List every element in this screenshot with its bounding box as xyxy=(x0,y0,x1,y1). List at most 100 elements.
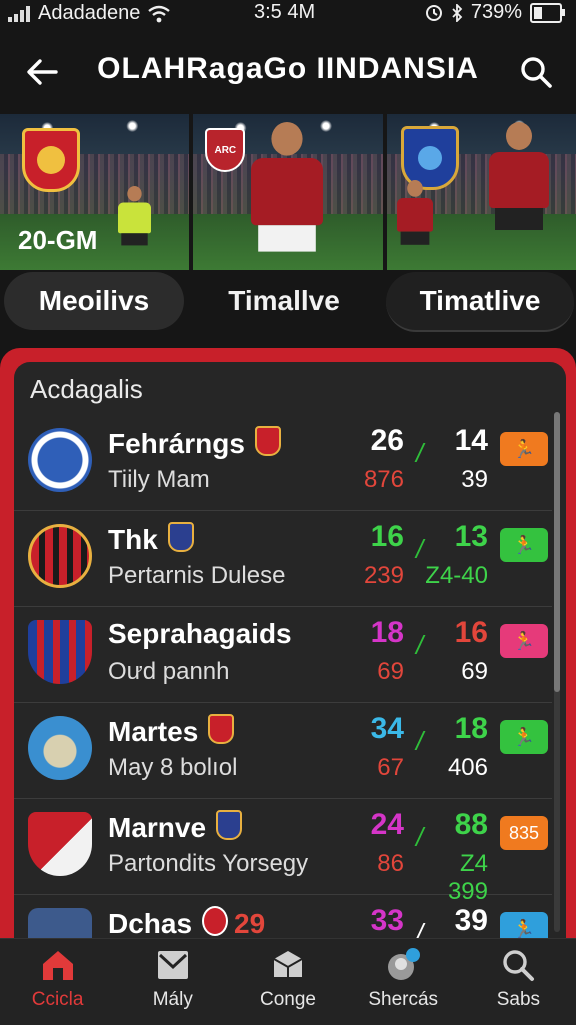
action-badge[interactable]: 🏃 xyxy=(500,720,548,754)
banner-panel-left[interactable]: 20-GM xyxy=(0,114,190,270)
home-score: 18 xyxy=(370,616,404,649)
featured-banner[interactable]: 20-GM ARC xyxy=(0,114,576,270)
nav-item-search[interactable]: Sabs xyxy=(461,939,576,1025)
away-score: 14 xyxy=(454,424,488,457)
team-logo-icon xyxy=(28,428,92,492)
action-badge[interactable]: 🏃 xyxy=(500,912,548,938)
team-extra-score: 29 xyxy=(234,908,266,938)
team-name: Martes xyxy=(108,716,199,747)
team-logo-icon xyxy=(28,908,92,938)
runner-icon: 🏃 xyxy=(512,438,536,459)
score-divider: / xyxy=(416,726,424,756)
team-name: Marnve xyxy=(108,812,207,843)
inbox-icon xyxy=(157,951,188,979)
team-crest-icon xyxy=(22,128,80,192)
battery-icon xyxy=(530,2,565,23)
tab-timatlive[interactable]: Timatlive xyxy=(386,272,574,332)
back-arrow-icon[interactable] xyxy=(22,52,62,92)
action-badge[interactable]: 🏃 xyxy=(500,624,548,658)
team-logo-icon xyxy=(28,812,92,876)
status-time: 3:5 4M xyxy=(254,1,316,23)
team-subtitle: Partondits Yorsegy xyxy=(108,850,309,877)
runner-icon: 🏃 xyxy=(512,726,536,747)
team-name: Thk xyxy=(108,524,158,555)
team-name: Dchas xyxy=(108,908,193,938)
action-badge[interactable]: 🏃 xyxy=(500,528,548,562)
home-score: 26 xyxy=(370,424,404,457)
nav-item-home[interactable]: Ccicla xyxy=(0,939,115,1025)
nav-label: Ccicla xyxy=(31,989,84,1010)
score-divider: / xyxy=(416,534,424,564)
away-stat: Z4-40 xyxy=(425,562,488,589)
home-score: 24 xyxy=(370,808,404,841)
match-row[interactable]: Seprahagaids Oưd pannh 18 69 / 16 69 🏃 xyxy=(14,606,552,703)
home-icon xyxy=(42,951,73,980)
box-icon xyxy=(273,951,303,977)
team-logo-icon xyxy=(28,620,92,684)
nav-label: Shercás xyxy=(368,989,439,1010)
match-row[interactable]: Thk Pertarnis Dulese 16 239 / 13 Z4-40 🏃 xyxy=(14,510,552,607)
runner-icon: 🏃 xyxy=(512,534,536,555)
nav-label: Sabs xyxy=(496,989,541,1010)
player-figure xyxy=(251,122,324,252)
app-header: OLAHRagaGo IINDANSIA xyxy=(0,40,576,104)
runner-icon: 🏃 xyxy=(512,918,536,939)
search-icon[interactable] xyxy=(516,52,556,92)
battery-percent: 739% xyxy=(470,1,522,23)
page-title: OLAHRagaGo IINDANSIA xyxy=(97,52,479,85)
runner-icon: 🏃 xyxy=(512,630,536,651)
nav-label: Conge xyxy=(260,989,316,1010)
wifi-icon xyxy=(148,5,171,22)
carrier-name: Adadadene xyxy=(38,2,141,24)
action-badge[interactable]: 835 xyxy=(500,816,548,850)
away-stat: 406 xyxy=(447,754,488,781)
team-subtitle: Tiily Mam xyxy=(108,466,210,493)
bluetooth-icon xyxy=(452,3,463,22)
score-divider: / xyxy=(416,918,424,938)
team-crest-icon: ARC xyxy=(205,128,246,172)
shield-icon xyxy=(202,906,229,936)
match-row[interactable]: Dchas 29 33 / 39 🏃 xyxy=(14,894,552,938)
signal-icon xyxy=(8,5,30,22)
score-divider: / xyxy=(416,822,424,852)
home-stat: 69 xyxy=(377,658,404,685)
match-row[interactable]: Martes May 8 bolıol 34 67 / 18 406 🏃 xyxy=(14,702,552,799)
tab-timallve[interactable]: Timallve xyxy=(194,272,374,330)
score-divider: / xyxy=(416,630,424,660)
team-name: Fehrárngs xyxy=(108,428,245,459)
matches-card: Acdagalis Fehrárngs Tiily Mam 26 876 / 1… xyxy=(14,362,566,938)
nav-item-shercas[interactable]: Shercás xyxy=(346,939,461,1025)
shield-icon xyxy=(254,426,281,456)
banner-panel-right[interactable] xyxy=(386,114,576,270)
match-row[interactable]: Marnve Partondits Yorsegy 24 86 / 88 Z4 … xyxy=(14,798,552,905)
action-badge[interactable]: 🏃 xyxy=(500,432,548,466)
match-row[interactable]: Fehrárngs Tiily Mam 26 876 / 14 39 🏃 xyxy=(14,414,552,511)
home-stat: 67 xyxy=(377,754,404,781)
status-right: 739% xyxy=(425,1,565,24)
home-stat: 876 xyxy=(363,466,404,493)
home-stat: 239 xyxy=(363,562,404,589)
nav-item-conge[interactable]: Conge xyxy=(230,939,345,1025)
tab-meoilivs[interactable]: Meoilivs xyxy=(4,272,184,330)
bottom-nav: Ccicla Mály Conge Shercás Sabs xyxy=(0,938,576,1025)
banner-panel-center[interactable]: ARC xyxy=(193,114,383,270)
banner-score: 20-GM xyxy=(18,225,98,255)
team-logo-icon xyxy=(28,524,92,588)
away-score: 18 xyxy=(454,712,488,745)
team-subtitle: Pertarnis Dulese xyxy=(108,562,286,589)
player-figure xyxy=(118,186,151,246)
section-title: Acdagalis xyxy=(30,374,143,404)
nav-item-mail[interactable]: Mály xyxy=(115,939,230,1025)
home-score: 16 xyxy=(370,520,404,553)
home-score: 34 xyxy=(370,712,404,745)
tab-bar: Meoilivs Timallve Timatlive xyxy=(4,272,574,332)
status-bar: Adadadene 3:5 4M 739% xyxy=(0,0,576,26)
team-subtitle: May 8 bolıol xyxy=(108,754,238,781)
player-figure xyxy=(488,122,549,230)
search-icon xyxy=(503,950,535,981)
player-figure xyxy=(396,180,433,245)
scrollbar[interactable] xyxy=(554,412,560,932)
home-stat: 86 xyxy=(377,850,404,877)
profile-icon xyxy=(388,948,421,980)
home-score: 33 xyxy=(370,904,404,937)
